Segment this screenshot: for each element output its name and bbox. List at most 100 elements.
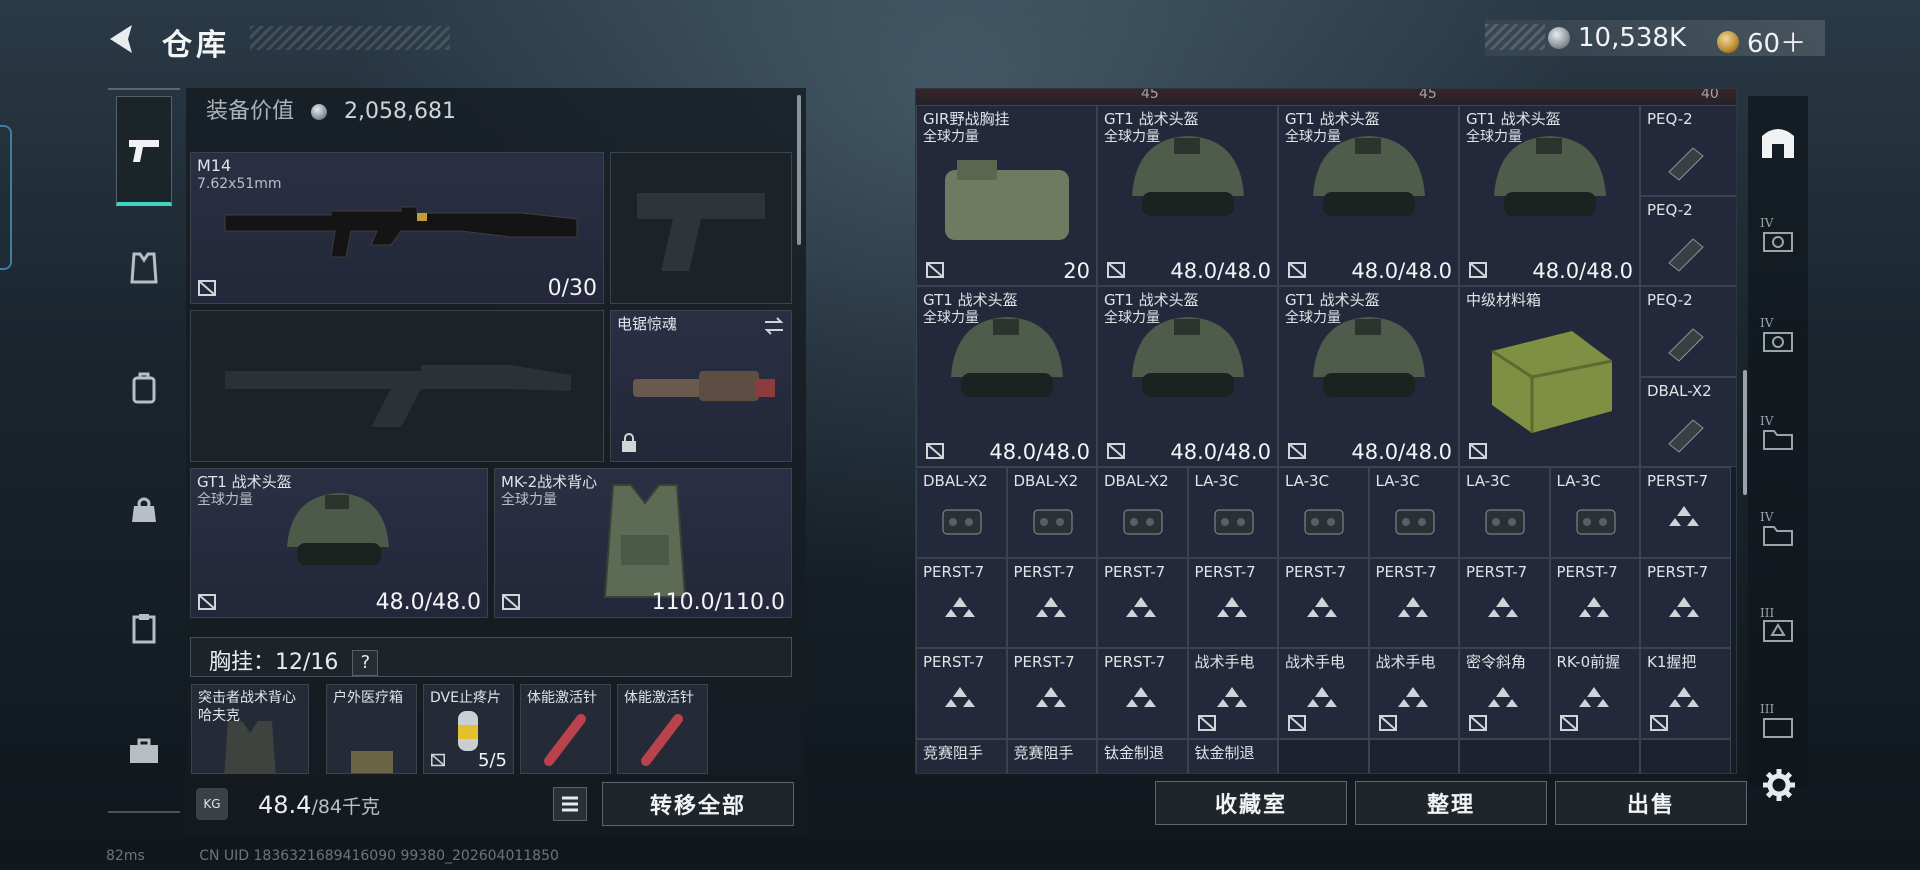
stash-item[interactable]: PERST-7 — [1097, 557, 1188, 648]
stash-item[interactable]: PERST-7 — [1278, 557, 1369, 648]
category-toolbox[interactable] — [116, 723, 172, 779]
chest-rig-bar[interactable]: 胸挂：12/16? — [190, 637, 792, 677]
category-vest[interactable] — [116, 240, 172, 296]
title-decoration — [250, 26, 450, 50]
helmet-image — [1313, 136, 1425, 216]
stash-item[interactable]: PERST-7 — [1640, 467, 1731, 558]
triangle-sight-icon — [1216, 687, 1247, 707]
stash-item[interactable]: PERST-7 — [1459, 557, 1550, 648]
rail-case[interactable]: IV — [1752, 412, 1804, 464]
rail-case[interactable]: III — [1752, 604, 1804, 656]
stash-item[interactable]: 竞赛阻手 — [1006, 738, 1097, 773]
stash-item[interactable]: DBAL-X2 — [916, 467, 1007, 558]
stash-item[interactable]: PEQ-2 — [1640, 286, 1736, 377]
stash-item[interactable]: GT1 战术头盔 全球力量 48.0/48.0 — [1097, 105, 1278, 286]
transfer-all-button[interactable]: 转移全部 — [602, 782, 794, 826]
category-weapons[interactable] — [116, 96, 172, 206]
stash-item[interactable]: DBAL-X2 — [1640, 376, 1736, 467]
category-backpack[interactable] — [116, 360, 172, 416]
melee-name: 电锯惊魂 — [617, 315, 678, 333]
rig-item[interactable]: 突击者战术背心 哈夫克 — [191, 684, 309, 774]
no-drop-icon — [1107, 443, 1125, 459]
rig-item[interactable]: DVE止疼片 5/5 — [423, 684, 514, 774]
stash-item[interactable]: DBAL-X2 — [1097, 467, 1188, 558]
equipment-scrollbar[interactable] — [797, 95, 801, 245]
help-icon[interactable]: ? — [352, 650, 379, 676]
stash-item[interactable]: 战术手电 — [1368, 648, 1459, 739]
stash-item[interactable]: PEQ-2 — [1640, 195, 1736, 286]
stash-item[interactable]: 钛金制退 — [1097, 738, 1188, 773]
stash-item[interactable]: DBAL-X2 — [1006, 467, 1097, 558]
stash-item[interactable]: 竞赛阻手 — [916, 738, 1007, 773]
stash-item[interactable]: PERST-7 — [1006, 557, 1097, 648]
lock-icon — [622, 433, 636, 452]
rail-case[interactable]: IV — [1752, 214, 1804, 266]
stash-item[interactable]: PERST-7 — [1549, 557, 1640, 648]
category-clipboard[interactable] — [116, 600, 172, 656]
attachment-image — [1668, 237, 1704, 272]
rig-item[interactable]: 体能激活针 — [520, 684, 611, 774]
sell-button[interactable]: 出售 — [1555, 781, 1747, 825]
stash-item[interactable] — [1368, 738, 1459, 773]
pistol-slot[interactable] — [610, 152, 792, 304]
stash-item[interactable]: PERST-7 — [1640, 557, 1731, 648]
stash-item[interactable]: GT1 战术头盔 全球力量 48.0/48.0 — [1459, 105, 1640, 286]
primary-weapon-slot[interactable]: M14 7.62x51mm 0/30 — [190, 152, 604, 304]
rail-case[interactable]: IV — [1752, 314, 1804, 366]
stash-item[interactable]: 密令斜角 — [1459, 648, 1550, 739]
back-arrow-icon[interactable] — [104, 22, 138, 56]
stash-item[interactable]: 战术手电 — [1187, 648, 1278, 739]
stash-item[interactable]: 钛金制退 — [1187, 738, 1278, 773]
swap-icon[interactable] — [763, 317, 785, 335]
no-drop-icon — [1469, 262, 1487, 278]
armor-slot[interactable]: MK-2战术背心 全球力量 110.0/110.0 — [494, 468, 792, 618]
secondary-weapon-slot[interactable] — [190, 310, 604, 462]
helmet-image — [1132, 136, 1244, 216]
chest-rig-capacity: 胸挂：12/16? — [209, 644, 379, 676]
stash-item[interactable]: LA-3C — [1459, 467, 1550, 558]
stash-item[interactable] — [1278, 738, 1369, 773]
stash-item[interactable]: 中级材料箱 — [1459, 286, 1640, 467]
helmet-image — [1494, 136, 1606, 216]
stash-item[interactable] — [1640, 738, 1731, 773]
stash-item[interactable]: LA-3C — [1278, 467, 1369, 558]
category-bag[interactable] — [116, 482, 172, 538]
collection-button[interactable]: 收藏室 — [1155, 781, 1347, 825]
weapon-ammo: 0/30 — [547, 276, 597, 301]
stash-item[interactable]: PERST-7 — [1187, 557, 1278, 648]
stash-item[interactable]: PERST-7 — [1368, 557, 1459, 648]
stash-scrollbar[interactable] — [1743, 370, 1747, 495]
stash-item[interactable]: K1握把 — [1640, 648, 1731, 739]
stash-item[interactable]: RK-0前握 — [1549, 648, 1640, 739]
stash-item[interactable]: GIR野战胸挂 全球力量 20 — [916, 105, 1097, 286]
stash-item[interactable]: LA-3C — [1549, 467, 1640, 558]
stash-item[interactable]: GT1 战术头盔 全球力量 48.0/48.0 — [1097, 286, 1278, 467]
stash-item[interactable]: PERST-7 — [916, 648, 1007, 739]
rail-vault[interactable] — [1752, 116, 1804, 168]
list-view-button[interactable] — [553, 787, 587, 821]
stash-item[interactable]: PERST-7 — [1097, 648, 1188, 739]
gold-currency[interactable]: 60＋ — [1717, 23, 1806, 60]
stash-item[interactable] — [1459, 738, 1550, 773]
melee-slot[interactable]: 电锯惊魂 — [610, 310, 792, 462]
stash-item[interactable]: LA-3C — [1368, 467, 1459, 558]
stash-item[interactable]: GT1 战术头盔 全球力量 48.0/48.0 — [1278, 105, 1459, 286]
stash-item[interactable]: PERST-7 — [916, 557, 1007, 648]
rail-case[interactable]: III — [1752, 700, 1804, 752]
stash-item[interactable]: 战术手电 — [1278, 648, 1369, 739]
stash-item[interactable] — [1549, 738, 1640, 773]
settings-gear-icon[interactable] — [1762, 768, 1796, 802]
stash-item[interactable]: LA-3C — [1187, 467, 1278, 558]
helmet-slot[interactable]: GT1 战术头盔 全球力量 48.0/48.0 — [190, 468, 488, 618]
rig-item[interactable]: 体能激活针 — [617, 684, 708, 774]
stash-item[interactable]: GT1 战术头盔 全球力量 48.0/48.0 — [916, 286, 1097, 467]
triangle-sight-icon — [1578, 596, 1609, 617]
helmet-image — [287, 493, 389, 565]
stash-item[interactable]: GT1 战术头盔 全球力量 48.0/48.0 — [1278, 286, 1459, 467]
side-drawer-tab[interactable] — [0, 125, 12, 270]
stash-item[interactable]: PEQ-2 — [1640, 105, 1736, 196]
rig-item[interactable]: 户外医疗箱 — [326, 684, 417, 774]
stash-item[interactable]: PERST-7 — [1006, 648, 1097, 739]
rail-case[interactable]: IV — [1752, 508, 1804, 560]
organize-button[interactable]: 整理 — [1355, 781, 1547, 825]
